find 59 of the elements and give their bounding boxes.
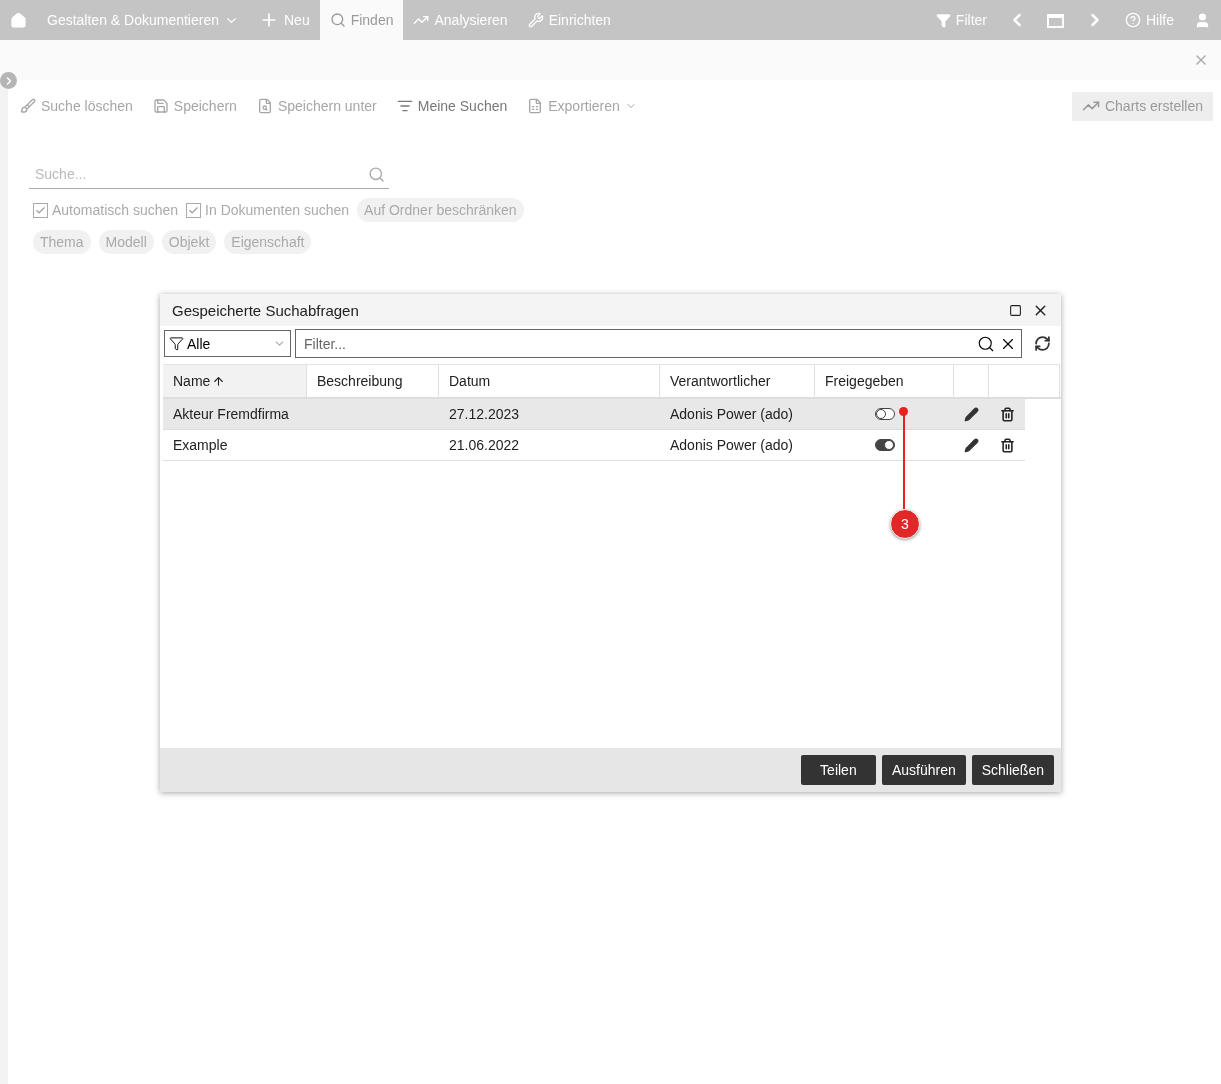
column-header[interactable]: Freigegeben: [815, 364, 954, 397]
dialog-button[interactable]: Ausführen: [881, 755, 966, 785]
toolbar-button[interactable]: Meine Suchen: [396, 98, 508, 114]
help-button[interactable]: Hilfe: [1115, 0, 1184, 40]
filter-box[interactable]: Filter...: [295, 329, 1022, 358]
refresh-icon[interactable]: [1034, 335, 1051, 352]
file-search-icon: [256, 98, 273, 114]
save-icon: [152, 98, 169, 114]
nav-tab[interactable]: Finden: [319, 0, 404, 40]
table-cell-text: Akteur Fremdfirma: [172, 406, 290, 422]
nav-tab[interactable]: Analysieren: [403, 0, 518, 40]
column-header[interactable]: Beschreibung: [307, 364, 439, 397]
folder-filter-chip[interactable]: Auf Ordner beschränken: [357, 198, 524, 222]
home-icon: [10, 11, 27, 29]
nav-tab[interactable]: Gestalten & Dokumentieren: [37, 0, 249, 40]
sidebar-toggle[interactable]: [0, 72, 17, 89]
nav-tab[interactable]: Neu: [249, 0, 320, 40]
column-header[interactable]: Datum: [439, 364, 660, 397]
table-cell-text: Adonis Power (ado): [669, 406, 794, 422]
nav-button[interactable]: Filter: [925, 0, 997, 40]
spreadsheet-icon: [527, 98, 544, 114]
dialog-title: Gespeicherte Suchabfragen: [172, 301, 360, 319]
table-cell-text: 21.06.2022: [448, 437, 521, 453]
shared-toggle[interactable]: [874, 439, 895, 451]
table-cell-text: 27.12.2023: [448, 406, 521, 422]
delete-icon[interactable]: [999, 406, 1015, 422]
filter-icon: [935, 12, 951, 28]
category-chip[interactable]: Thema: [33, 230, 91, 254]
category-chip[interactable]: Eigenschaft: [224, 230, 312, 254]
search-icon: [329, 12, 346, 28]
column-header[interactable]: Verantwortlicher: [660, 364, 815, 397]
checkbox-box[interactable]: [186, 202, 202, 218]
sort-arrow-icon: [212, 374, 226, 388]
delete-icon[interactable]: [999, 437, 1015, 453]
dialog-button[interactable]: Teilen: [800, 755, 876, 785]
user-icon: [1194, 11, 1211, 29]
shared-toggle[interactable]: [874, 408, 895, 420]
maximize-icon[interactable]: [1009, 303, 1022, 317]
category-chip[interactable]: Objekt: [161, 230, 217, 254]
checkbox-box[interactable]: [33, 202, 48, 218]
filter-icon: [169, 336, 184, 351]
table-cell-text: Adonis Power (ado): [669, 437, 794, 453]
table-row[interactable]: Akteur Fremdfirma 27.12.2023 Adonis Power (ado): [163, 399, 1025, 430]
category-chip[interactable]: Modell: [98, 230, 154, 254]
wrench-icon: [527, 12, 544, 28]
filter-dropdown[interactable]: Alle: [164, 330, 291, 357]
search-icon: [368, 165, 385, 183]
annotation-dot: [899, 407, 908, 416]
windows-icon: [1047, 12, 1065, 28]
edit-icon[interactable]: [964, 406, 979, 422]
column-header[interactable]: Name: [163, 364, 307, 397]
help-icon: [1125, 12, 1141, 28]
nav-tab[interactable]: Einrichten: [517, 0, 621, 40]
search-icon: [977, 334, 995, 353]
search-field[interactable]: Suche...: [33, 165, 368, 183]
table-cell-text: Example: [172, 437, 229, 453]
brush-icon: [20, 98, 36, 114]
dialog-button[interactable]: Schließen: [971, 755, 1054, 785]
edit-icon[interactable]: [964, 437, 979, 453]
